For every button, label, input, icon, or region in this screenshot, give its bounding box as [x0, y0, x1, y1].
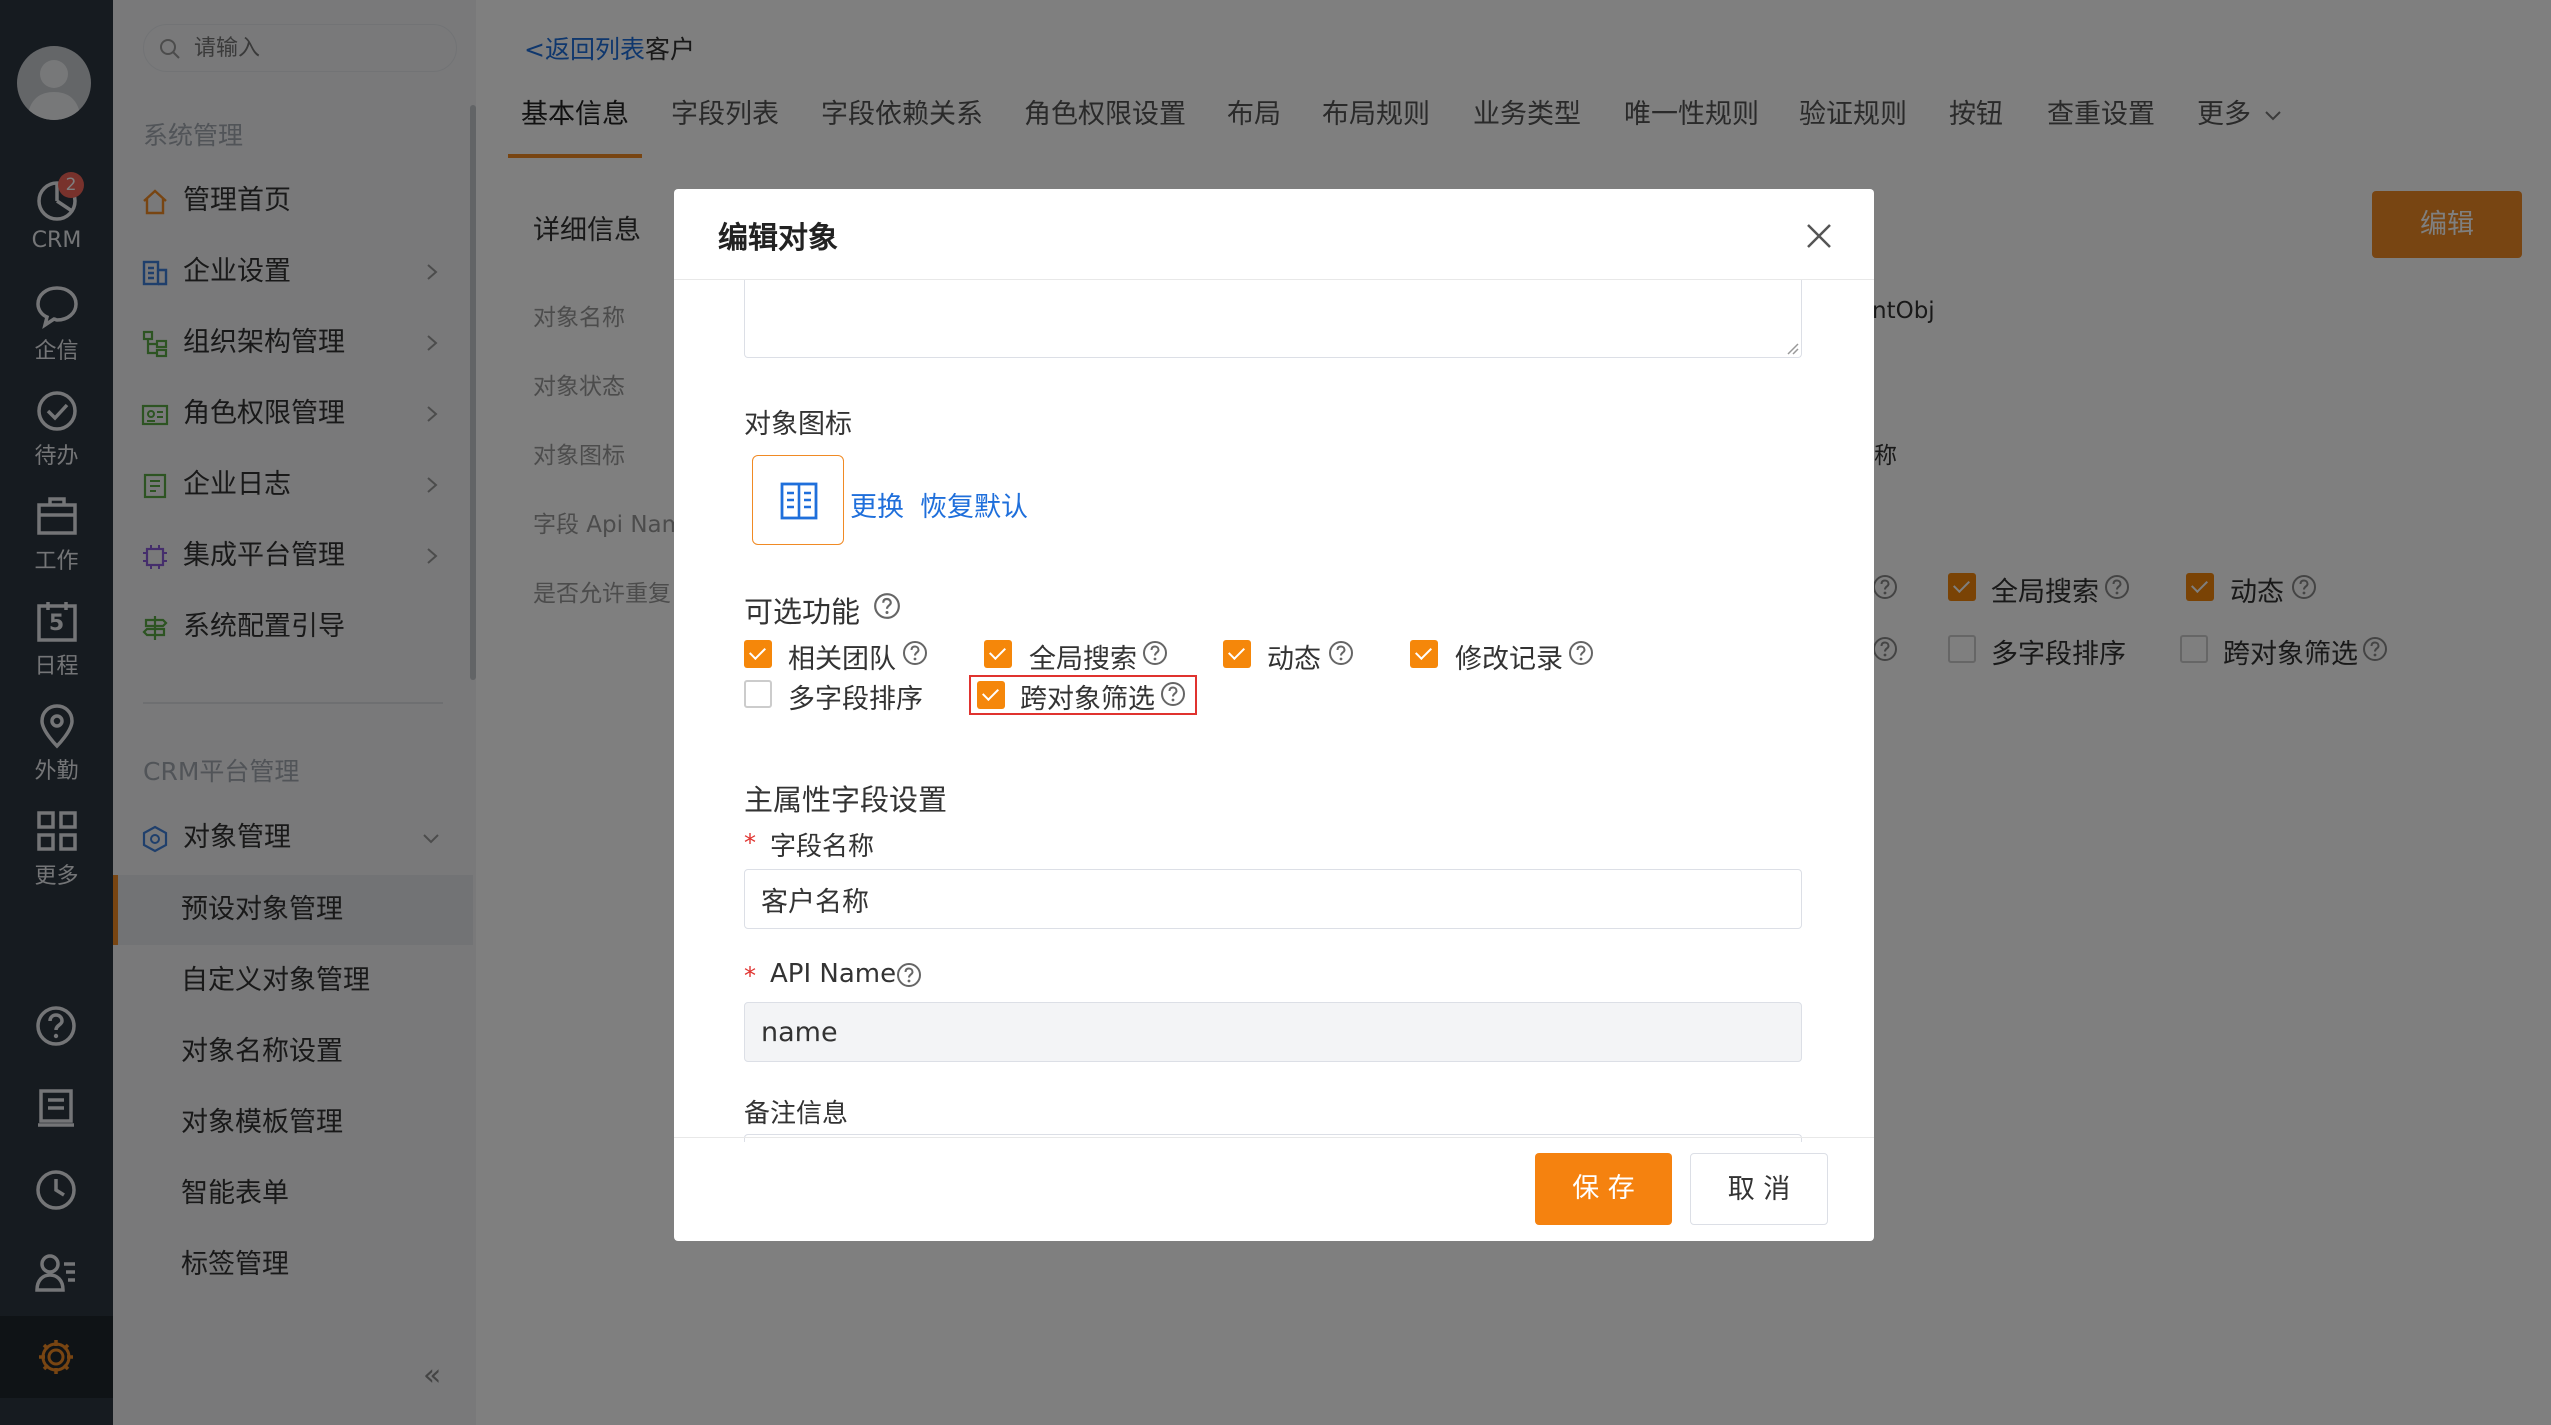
related-team-label: 相关团队: [788, 644, 896, 675]
change-log-label: 修改记录: [1455, 644, 1563, 675]
required-mark: *: [744, 962, 756, 990]
cross-object-filter-label: 跨对象筛选: [1020, 684, 1155, 715]
help-icon[interactable]: [896, 962, 922, 988]
field-name-input[interactable]: [761, 870, 1761, 928]
help-icon[interactable]: [902, 640, 928, 666]
resize-handle-icon[interactable]: [1785, 341, 1799, 355]
save-button[interactable]: 保 存: [1535, 1153, 1672, 1225]
dialog-footer-divider: [674, 1137, 1874, 1138]
api-name-input: [761, 1003, 1761, 1061]
required-mark: *: [744, 829, 756, 857]
edit-object-dialog: 编辑对象 对象图标 更换 恢复默认 可选功能 相关团队 全局搜索 动态 修改记录…: [674, 189, 1874, 1241]
feed-label: 动态: [1267, 644, 1321, 675]
book-columns-icon: [780, 482, 818, 520]
feed-checkbox[interactable]: [1223, 640, 1251, 668]
remark-textarea[interactable]: [744, 1134, 1802, 1142]
field-name-field: [744, 869, 1802, 929]
description-textarea[interactable]: [744, 280, 1802, 358]
field-name-label: 字段名称: [770, 832, 875, 862]
change-log-checkbox[interactable]: [1410, 640, 1438, 668]
object-icon-preview[interactable]: [752, 455, 844, 545]
api-name-label: API Name: [770, 959, 897, 989]
help-icon[interactable]: [1568, 640, 1594, 666]
cross-object-filter-checkbox[interactable]: [977, 681, 1005, 709]
help-icon[interactable]: [1142, 640, 1168, 666]
global-search-checkbox[interactable]: [984, 640, 1012, 668]
api-name-field: [744, 1002, 1802, 1062]
main-attribute-title: 主属性字段设置: [744, 783, 948, 817]
related-team-checkbox[interactable]: [744, 640, 772, 668]
restore-default-icon-link[interactable]: 恢复默认: [920, 485, 1028, 524]
help-icon[interactable]: [873, 592, 901, 620]
global-search-label: 全局搜索: [1029, 644, 1137, 675]
close-icon[interactable]: [1804, 221, 1834, 251]
cancel-button[interactable]: 取 消: [1690, 1153, 1828, 1225]
multi-field-sort-label: 多字段排序: [788, 684, 923, 715]
object-icon-label: 对象图标: [744, 409, 852, 440]
remark-label: 备注信息: [744, 1099, 849, 1129]
help-icon[interactable]: [1160, 681, 1186, 707]
optional-features-label: 可选功能: [744, 595, 861, 629]
dialog-title: 编辑对象: [718, 221, 838, 256]
help-icon[interactable]: [1328, 640, 1354, 666]
multi-field-sort-checkbox[interactable]: [744, 680, 772, 708]
change-icon-link[interactable]: 更换: [850, 485, 904, 524]
